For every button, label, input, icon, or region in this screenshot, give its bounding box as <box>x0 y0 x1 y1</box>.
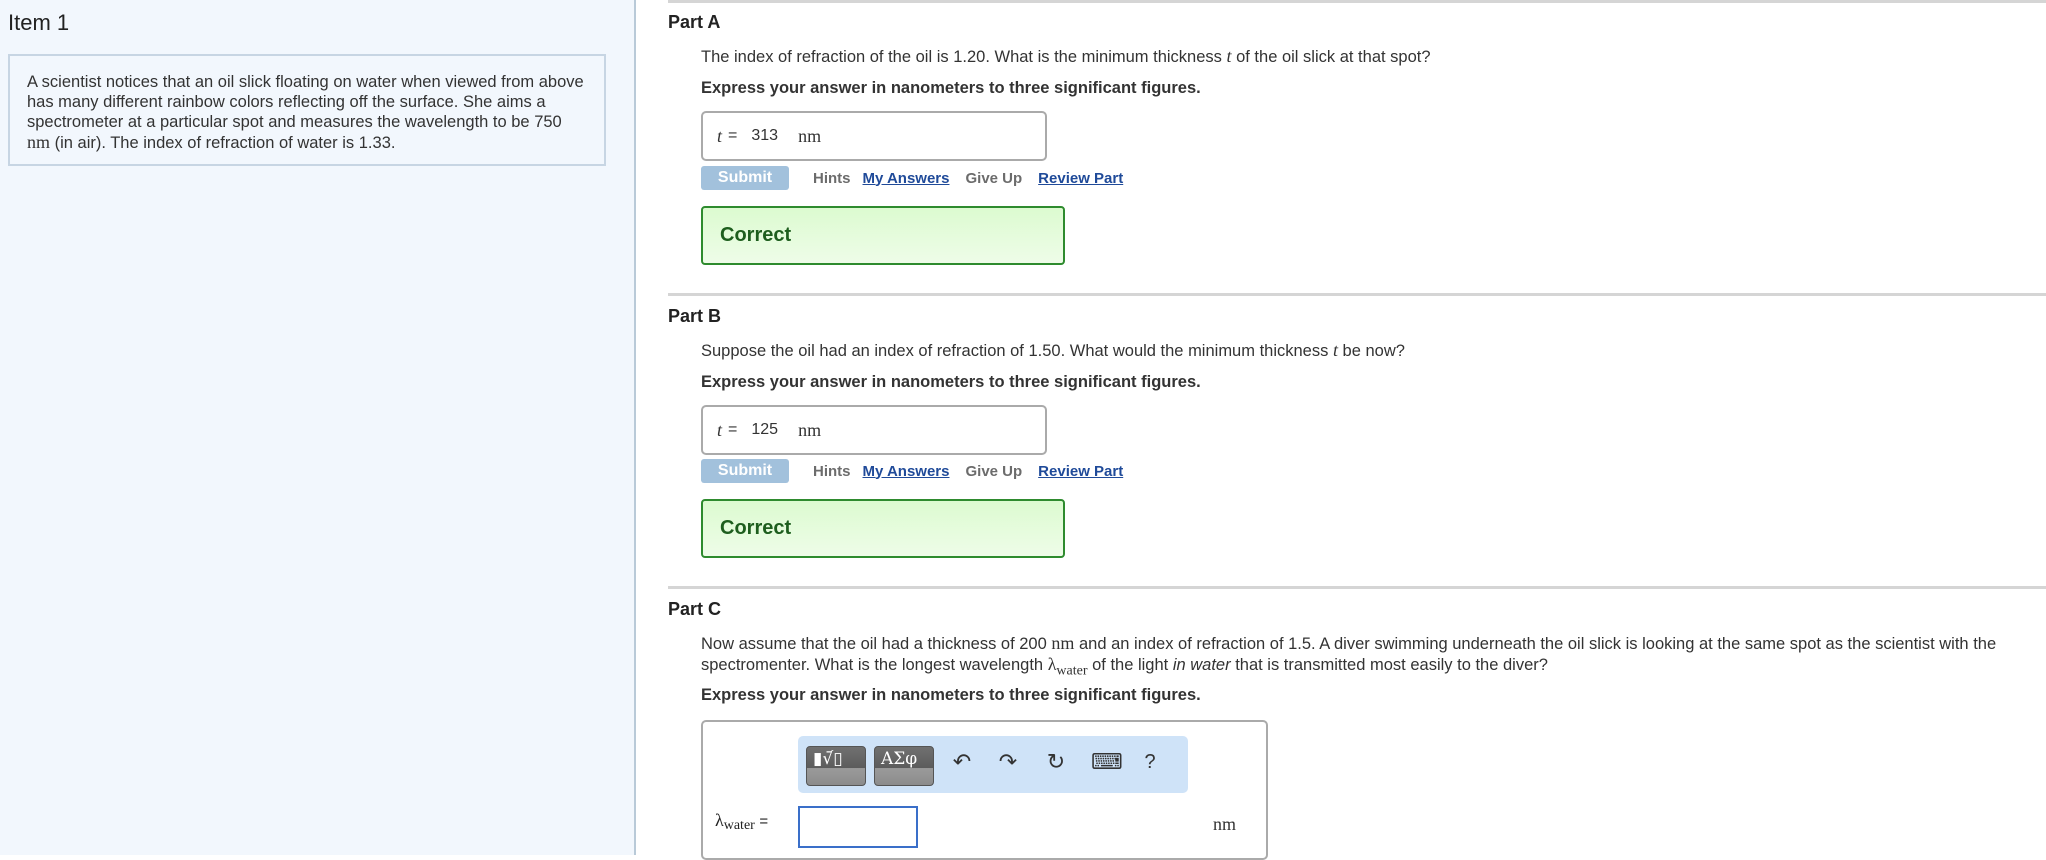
intro-text-end: (in air). The index of refraction of wat… <box>50 134 396 152</box>
math-answer-editor: ▮√̄▯ ΑΣφ ↶ ↷ ↻ ⌨ ? λwater = nm <box>701 720 1268 860</box>
parts-panel: Part A The index of refraction of the oi… <box>636 0 2046 860</box>
intro-unit: nm <box>27 132 51 152</box>
part-a: Part A The index of refraction of the oi… <box>668 0 2046 292</box>
help-icon[interactable]: ? <box>1138 750 1162 774</box>
equals-sign: = <box>728 421 738 438</box>
answer-unit: nm <box>798 125 822 146</box>
question-text-start: Suppose the oil had an index of refracti… <box>701 342 1333 360</box>
question-text: Suppose the oil had an index of refracti… <box>701 340 2036 361</box>
part-c: Part C Now assume that the oil had a thi… <box>668 586 2046 860</box>
part-title: Part C <box>668 599 722 619</box>
item-panel: Item 1 A scientist notices that an oil s… <box>0 0 636 855</box>
item-title: Item 1 <box>8 10 70 35</box>
my-answers-link[interactable]: My Answers <box>863 463 950 480</box>
lambda-water-input[interactable] <box>798 806 918 848</box>
redo-icon[interactable]: ↷ <box>996 750 1020 774</box>
instruction: Express your answer in nanometers to thr… <box>701 79 1201 97</box>
question-text-start: The index of refraction of the oil is 1.… <box>701 48 1227 66</box>
correct-feedback: Correct <box>701 499 1065 558</box>
equals-sign: = <box>759 813 769 830</box>
math-toolbar: ▮√̄▯ ΑΣφ ↶ ↷ ↻ ⌨ ? <box>798 736 1188 793</box>
question-text-1: Now assume that the oil had a thickness … <box>701 635 1052 653</box>
question-text: The index of refraction of the oil is 1.… <box>701 46 2036 67</box>
equals-sign: = <box>728 127 738 144</box>
reset-icon[interactable]: ↻ <box>1044 750 1068 774</box>
question-text-3: of the light <box>1087 656 1173 674</box>
answer-unit: nm <box>1212 814 1236 834</box>
question-text-end: be now? <box>1337 342 1405 360</box>
part-divider <box>668 586 2046 589</box>
action-bar: Submit Hints My Answers Give Up Review P… <box>701 459 1123 483</box>
correct-feedback: Correct <box>701 206 1065 265</box>
question-emphasis: in water <box>1172 656 1231 674</box>
part-divider <box>668 0 2046 3</box>
review-part-link[interactable]: Review Part <box>1038 170 1123 187</box>
question-text-4: that is transmitted most easily to the d… <box>1230 656 1548 674</box>
review-part-link[interactable]: Review Part <box>1038 463 1123 480</box>
answer-value: 313 <box>751 127 779 144</box>
lambda-symbol: λ <box>715 810 724 830</box>
give-up-link[interactable]: Give Up <box>965 170 1022 187</box>
instruction: Express your answer in nanometers to thr… <box>701 373 1201 391</box>
answer-value: 125 <box>751 421 779 438</box>
answer-field[interactable]: t = 125 nm <box>701 405 1047 455</box>
lambda-subscript: water <box>1056 663 1088 679</box>
question-unit: nm <box>1051 633 1075 653</box>
answer-unit: nm <box>798 419 822 440</box>
symbols-icon: ΑΣφ <box>881 749 918 769</box>
symbols-button[interactable]: ΑΣφ <box>874 746 934 786</box>
answer-variable: t <box>717 125 723 146</box>
keyboard-icon[interactable]: ⌨ <box>1091 750 1123 774</box>
problem-intro: A scientist notices that an oil slick fl… <box>8 54 606 166</box>
variable-lambda-water: λwater <box>1048 654 1088 679</box>
templates-icon: ▮√̄▯ <box>813 749 843 769</box>
give-up-link[interactable]: Give Up <box>965 463 1022 480</box>
question-text: Now assume that the oil had a thickness … <box>701 633 2036 682</box>
question-text-end: of the oil slick at that spot? <box>1231 48 1431 66</box>
answer-variable: t <box>717 419 723 440</box>
submit-button[interactable]: Submit <box>701 459 789 483</box>
action-bar: Submit Hints My Answers Give Up Review P… <box>701 166 1123 190</box>
part-divider <box>668 293 2046 296</box>
part-title: Part A <box>668 12 721 32</box>
part-b: Part B Suppose the oil had an index of r… <box>668 293 2046 585</box>
part-title: Part B <box>668 306 722 326</box>
hints-link[interactable]: Hints <box>813 170 851 187</box>
instruction: Express your answer in nanometers to thr… <box>701 686 1201 704</box>
submit-button[interactable]: Submit <box>701 166 789 190</box>
intro-text: A scientist notices that an oil slick fl… <box>27 73 584 131</box>
answer-field[interactable]: t = 313 nm <box>701 111 1047 161</box>
answer-label: λwater = <box>715 810 768 834</box>
templates-button[interactable]: ▮√̄▯ <box>806 746 866 786</box>
lambda-subscript: water <box>723 818 755 833</box>
my-answers-link[interactable]: My Answers <box>863 170 950 187</box>
hints-link[interactable]: Hints <box>813 463 851 480</box>
undo-icon[interactable]: ↶ <box>950 750 974 774</box>
